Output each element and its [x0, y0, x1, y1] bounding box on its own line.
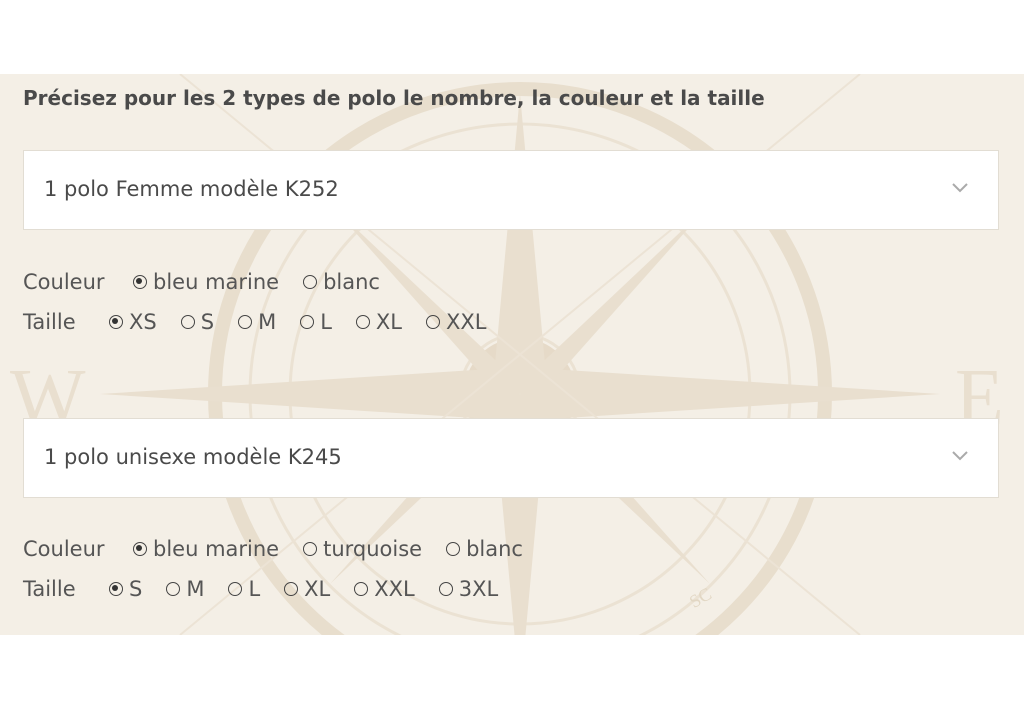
radio-unchecked-icon [438, 582, 453, 596]
chevron-down-icon [952, 183, 968, 193]
radio-label: L [248, 577, 261, 601]
radio-couleur-turquoise[interactable]: turquoise [303, 537, 422, 561]
radio-couleur-bleu-marine[interactable]: bleu marine [133, 270, 279, 294]
couleur-label: Couleur [23, 270, 105, 294]
radio-taille-l[interactable]: L [228, 577, 260, 601]
radio-taille-l[interactable]: L [300, 310, 332, 334]
radio-couleur-blanc[interactable]: blanc [446, 537, 523, 561]
select-value: 1 polo Femme modèle K252 [44, 177, 339, 201]
radio-unchecked-icon [180, 315, 195, 329]
radio-checked-icon [133, 542, 147, 556]
radio-checked-icon [133, 275, 147, 289]
couleur-row-1: Couleur bleu marine blanc [23, 270, 404, 294]
radio-label: turquoise [323, 537, 423, 561]
taille-row-1: Taille XS S M L XL XXL [23, 310, 510, 334]
radio-label: blanc [323, 270, 380, 294]
radio-unchecked-icon [303, 542, 318, 556]
select-value: 1 polo unisexe modèle K245 [44, 445, 342, 469]
taille-label: Taille [23, 310, 76, 334]
radio-unchecked-icon [284, 582, 299, 596]
taille-row-2: Taille S M L XL XXL 3XL [23, 577, 522, 601]
radio-label: S [129, 577, 143, 601]
radio-checked-icon [109, 582, 123, 596]
radio-taille-xl[interactable]: XL [284, 577, 330, 601]
radio-taille-m[interactable]: M [166, 577, 204, 601]
form-heading: Précisez pour les 2 types de polo le nom… [23, 86, 765, 110]
radio-taille-xxl[interactable]: XXL [354, 577, 415, 601]
polo-unisexe-select[interactable]: 1 polo unisexe modèle K245 [23, 418, 999, 498]
radio-label: M [186, 577, 205, 601]
radio-label: M [258, 310, 277, 334]
radio-label: S [200, 310, 215, 334]
radio-label: blanc [466, 537, 523, 561]
radio-label: bleu marine [153, 270, 280, 294]
radio-taille-3xl[interactable]: 3XL [438, 577, 499, 601]
radio-taille-m[interactable]: M [238, 310, 276, 334]
chevron-down-icon [952, 451, 968, 461]
radio-taille-xs[interactable]: XS [109, 310, 157, 334]
radio-unchecked-icon [238, 315, 253, 329]
couleur-row-2: Couleur bleu marine turquoise blanc [23, 537, 547, 561]
radio-unchecked-icon [303, 275, 318, 289]
compass-small-letters: SC [686, 583, 715, 611]
radio-taille-s[interactable]: S [109, 577, 142, 601]
radio-unchecked-icon [228, 582, 243, 596]
radio-label: XXL [374, 577, 415, 601]
taille-label: Taille [23, 577, 76, 601]
radio-couleur-blanc[interactable]: blanc [303, 270, 380, 294]
radio-taille-s[interactable]: S [180, 310, 215, 334]
radio-unchecked-icon [354, 582, 369, 596]
radio-label: L [320, 310, 332, 334]
radio-couleur-bleu-marine[interactable]: bleu marine [133, 537, 279, 561]
radio-checked-icon [109, 315, 123, 329]
radio-label: XXL [445, 310, 487, 334]
radio-taille-xxl[interactable]: XXL [425, 310, 487, 334]
radio-label: XL [304, 577, 331, 601]
radio-taille-xl[interactable]: XL [355, 310, 402, 334]
radio-unchecked-icon [355, 315, 370, 329]
radio-unchecked-icon [166, 582, 181, 596]
radio-unchecked-icon [425, 315, 440, 329]
radio-label: 3XL [458, 577, 499, 601]
couleur-label: Couleur [23, 537, 105, 561]
radio-unchecked-icon [446, 542, 461, 556]
radio-label: XS [129, 310, 157, 334]
form-panel: W E SC Précisez pour les 2 types de polo… [0, 74, 1024, 635]
radio-unchecked-icon [300, 315, 315, 329]
radio-label: XL [375, 310, 402, 334]
polo-femme-select[interactable]: 1 polo Femme modèle K252 [23, 150, 999, 230]
radio-label: bleu marine [153, 537, 280, 561]
